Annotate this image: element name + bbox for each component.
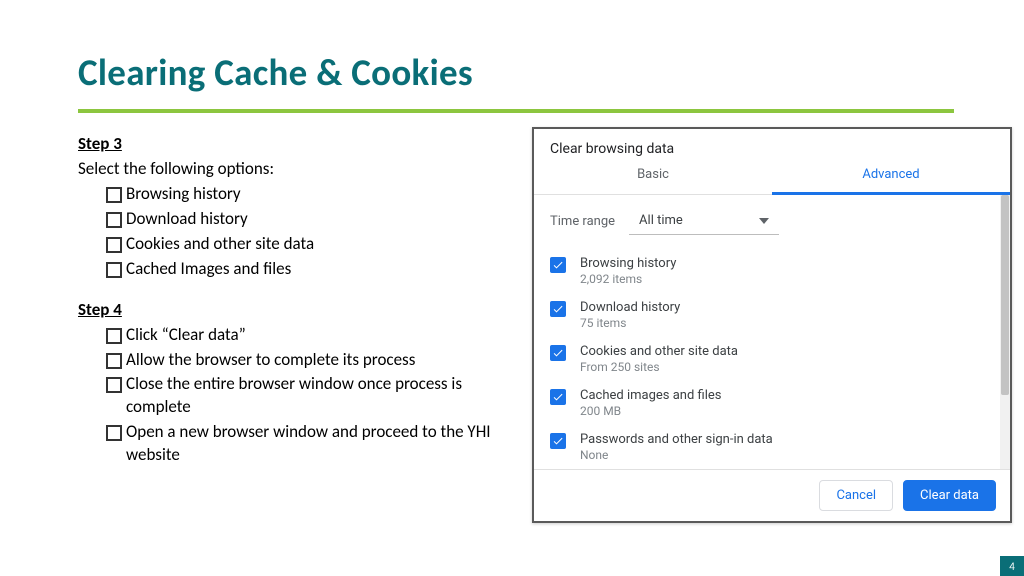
dialog-scroll-area[interactable]: Time range All time Browsing history2,09… [534,195,998,469]
check-icon [552,347,564,359]
option-row[interactable]: Passwords and other sign-in dataNone [550,425,982,469]
list-item: Cached Images and files [106,258,508,281]
cancel-button[interactable]: Cancel [819,480,893,511]
list-item: Browsing history [106,183,508,206]
check-icon [552,259,564,271]
time-range-value: All time [639,213,683,228]
step3-list: Browsing history Download history Cookie… [78,183,508,281]
option-subtext: 2,092 items [580,272,676,286]
instructions-column: Step 3 Select the following options: Bro… [78,127,508,523]
title-divider [78,109,954,113]
checkbox[interactable] [550,345,566,361]
step4-list: Click “Clear data” Allow the browser to … [78,324,508,468]
page-number: 4 [1000,556,1024,576]
option-subtext: 75 items [580,316,680,330]
step3-lead: Select the following options: [78,158,508,181]
list-item: Download history [106,208,508,231]
checkbox[interactable] [550,389,566,405]
option-row[interactable]: Browsing history2,092 items [550,249,982,293]
checkbox[interactable] [550,257,566,273]
clear-browsing-data-dialog: Clear browsing data Basic Advanced Time … [532,127,1012,523]
option-subtext: None [580,448,773,462]
checkbox[interactable] [550,433,566,449]
option-row[interactable]: Cached images and files200 MB [550,381,982,425]
dialog-title: Clear browsing data [534,129,1010,167]
time-range-select[interactable]: All time [629,207,779,235]
option-label: Cookies and other site data [580,344,738,359]
list-item: Allow the browser to complete its proces… [106,349,508,372]
time-range-label: Time range [550,214,615,229]
step4-heading: Step 4 [78,299,508,322]
option-label: Cached images and files [580,388,721,403]
check-icon [552,391,564,403]
list-item: Open a new browser window and proceed to… [106,421,508,467]
scrollbar[interactable] [1000,195,1010,469]
check-icon [552,303,564,315]
option-label: Browsing history [580,256,676,271]
step3-heading: Step 3 [78,133,508,156]
option-subtext: From 250 sites [580,360,738,374]
list-item: Close the entire browser window once pro… [106,373,508,419]
list-item: Click “Clear data” [106,324,508,347]
scrollbar-thumb[interactable] [1001,195,1009,395]
list-item: Cookies and other site data [106,233,508,256]
chevron-down-icon [759,218,769,224]
checkbox[interactable] [550,301,566,317]
tab-advanced[interactable]: Advanced [772,167,1010,195]
dialog-footer: Cancel Clear data [534,469,1010,521]
dialog-tabs: Basic Advanced [534,167,1010,195]
option-subtext: 200 MB [580,404,721,418]
option-row[interactable]: Cookies and other site dataFrom 250 site… [550,337,982,381]
check-icon [552,435,564,447]
option-row[interactable]: Download history75 items [550,293,982,337]
option-label: Download history [580,300,680,315]
slide-title: Clearing Cache & Cookies [78,50,954,95]
clear-data-button[interactable]: Clear data [903,480,996,511]
option-label: Passwords and other sign-in data [580,432,773,447]
tab-basic[interactable]: Basic [534,167,772,194]
